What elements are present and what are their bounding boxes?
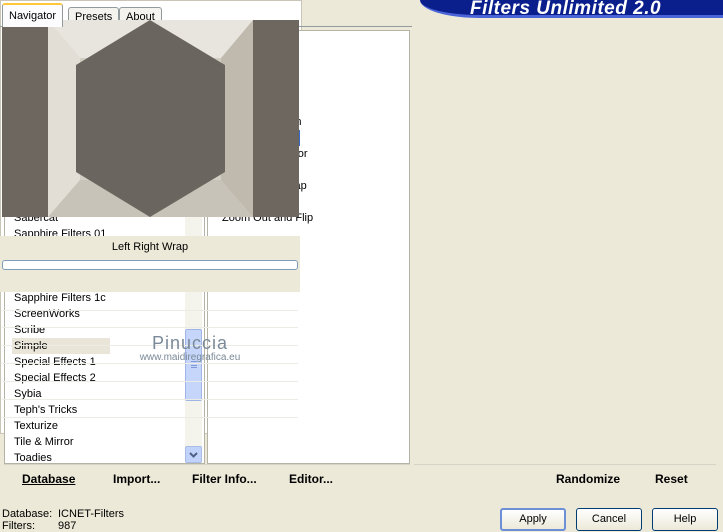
status-database-label: Database: xyxy=(2,508,53,520)
apply-button[interactable]: Apply xyxy=(500,508,566,531)
status-filters-value: 987 xyxy=(58,520,77,532)
category-item[interactable]: Sapphire Filters 1c xyxy=(12,290,110,306)
category-item[interactable]: Tile & Mirror xyxy=(12,434,110,450)
watermark-url: www.maidiregrafica.eu xyxy=(139,352,241,363)
import-button[interactable]: Import... xyxy=(113,472,160,486)
category-item[interactable]: Teph's Tricks xyxy=(12,402,110,418)
filter-name-bar: Left Right Wrap xyxy=(0,236,300,292)
category-item[interactable]: ScreenWorks xyxy=(12,306,110,322)
reset-button[interactable]: Reset xyxy=(655,472,688,486)
category-item[interactable]: Special Effects 2 xyxy=(12,370,110,386)
param-row xyxy=(2,327,298,328)
param-row xyxy=(2,399,298,400)
param-row xyxy=(2,381,298,382)
watermark: Pinuccia www.maidiregrafica.eu xyxy=(90,333,290,363)
filter-info-button[interactable]: Filter Info... xyxy=(192,472,257,486)
preview-image xyxy=(2,20,299,217)
param-row xyxy=(2,363,298,364)
help-button[interactable]: Help xyxy=(652,508,718,531)
status-database-value: ICNET-Filters xyxy=(58,508,124,520)
status-database: Database: ICNET-Filters xyxy=(2,508,124,520)
param-row xyxy=(2,310,298,311)
right-button-bar: Randomize Reset xyxy=(414,464,716,493)
randomize-button[interactable]: Randomize xyxy=(556,472,620,486)
grip-line xyxy=(191,367,197,368)
left-button-bar: Database Import... Filter Info... Editor… xyxy=(4,464,410,493)
editor-button[interactable]: Editor... xyxy=(289,472,333,486)
database-button[interactable]: Database xyxy=(22,472,75,486)
progress-bar xyxy=(2,260,298,270)
preview-filter-name: Left Right Wrap xyxy=(111,241,189,253)
status-filters: Filters: 987 xyxy=(2,520,76,532)
scroll-down-button[interactable] xyxy=(185,446,202,463)
param-row xyxy=(2,417,298,418)
watermark-name: Pinuccia xyxy=(151,333,229,353)
cancel-button[interactable]: Cancel xyxy=(576,508,642,531)
banner-title: Filters Unlimited 2.0 xyxy=(470,0,662,19)
grip-line xyxy=(191,365,197,366)
tab-navigator[interactable]: Navigator xyxy=(2,3,64,27)
status-filters-label: Filters: xyxy=(2,520,35,532)
category-item[interactable]: Texturize xyxy=(12,418,110,434)
chevron-down-icon xyxy=(189,451,198,458)
